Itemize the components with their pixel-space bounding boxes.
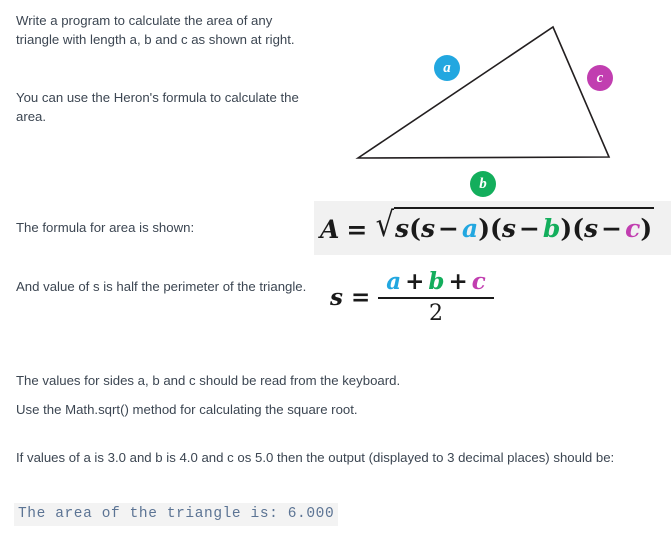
radicand-part-9: )( — [560, 214, 585, 243]
semiperimeter-equals: = — [350, 283, 371, 311]
side-label-b-text: b — [479, 175, 487, 192]
fraction-denominator: 2 — [429, 301, 444, 326]
fraction: a + b + c 2 — [378, 268, 494, 326]
radicand-part-4: a — [461, 214, 479, 243]
area-formula-lhs: A — [320, 215, 340, 244]
radicand-part-13: ) — [640, 214, 653, 243]
triangle-figure — [330, 8, 671, 208]
side-label-b: b — [470, 171, 496, 197]
intro-paragraph-2: You can use the Heron's formula to calcu… — [16, 90, 299, 124]
radicand-part-5: )( — [478, 214, 502, 243]
radicand-part-0: s — [395, 214, 410, 243]
triangle-svg — [355, 25, 611, 159]
area-formula-equals: = — [346, 215, 368, 244]
side-label-c: c — [587, 65, 613, 91]
numerator-plus-1: + — [405, 268, 425, 295]
numerator-c: c — [471, 268, 486, 295]
radicand-part-8: b — [542, 214, 561, 243]
fraction-numerator: a + b + c — [378, 268, 494, 297]
expected-output-code: The area of the triangle is: 6.000 — [14, 503, 339, 526]
worksheet-page: Write a program to calculate the area of… — [0, 0, 671, 536]
semiperimeter-lhs: s — [330, 283, 343, 311]
radicand-part-1: ( — [409, 214, 421, 243]
numerator-plus-2: + — [448, 268, 468, 295]
radical-icon: √ — [375, 205, 395, 245]
numerator-a: a — [386, 268, 402, 295]
area-formula-radicand: s(s − a)(s − b)(s − c) — [394, 207, 655, 243]
radicand-part-6: s — [501, 214, 516, 243]
semiperimeter-formula: s = a + b + c 2 — [330, 268, 494, 326]
radicand-part-2: s — [420, 214, 436, 243]
square-root-group: √ s(s − a)(s − b)(s − c) — [374, 205, 655, 245]
side-label-c-text: c — [596, 69, 604, 86]
instruction-line-1: The values for sides a, b and c should b… — [16, 373, 401, 388]
triangle-shape — [355, 25, 611, 159]
radicand-part-11: − — [601, 214, 623, 243]
radicand-part-3: − — [438, 214, 459, 243]
instruction-line-2: Use the Math.sqrt() method for calculati… — [16, 402, 358, 417]
intro-paragraph-1: Write a program to calculate the area of… — [16, 13, 295, 47]
area-formula: A = √ s(s − a)(s − b)(s − c) — [320, 205, 655, 249]
instruction-line-3: If values of a is 3.0 and b is 4.0 and c… — [16, 450, 615, 465]
side-label-a-text: a — [443, 59, 451, 76]
side-label-a: a — [434, 55, 460, 81]
formula-intro-label: The formula for area is shown: — [16, 220, 195, 235]
semiperimeter-intro-label: And value of s is half the perimeter of … — [16, 279, 307, 294]
numerator-b: b — [428, 268, 445, 295]
radicand-part-7: − — [518, 214, 540, 243]
radicand-part-10: s — [584, 214, 599, 243]
radicand-part-12: c — [625, 214, 641, 243]
